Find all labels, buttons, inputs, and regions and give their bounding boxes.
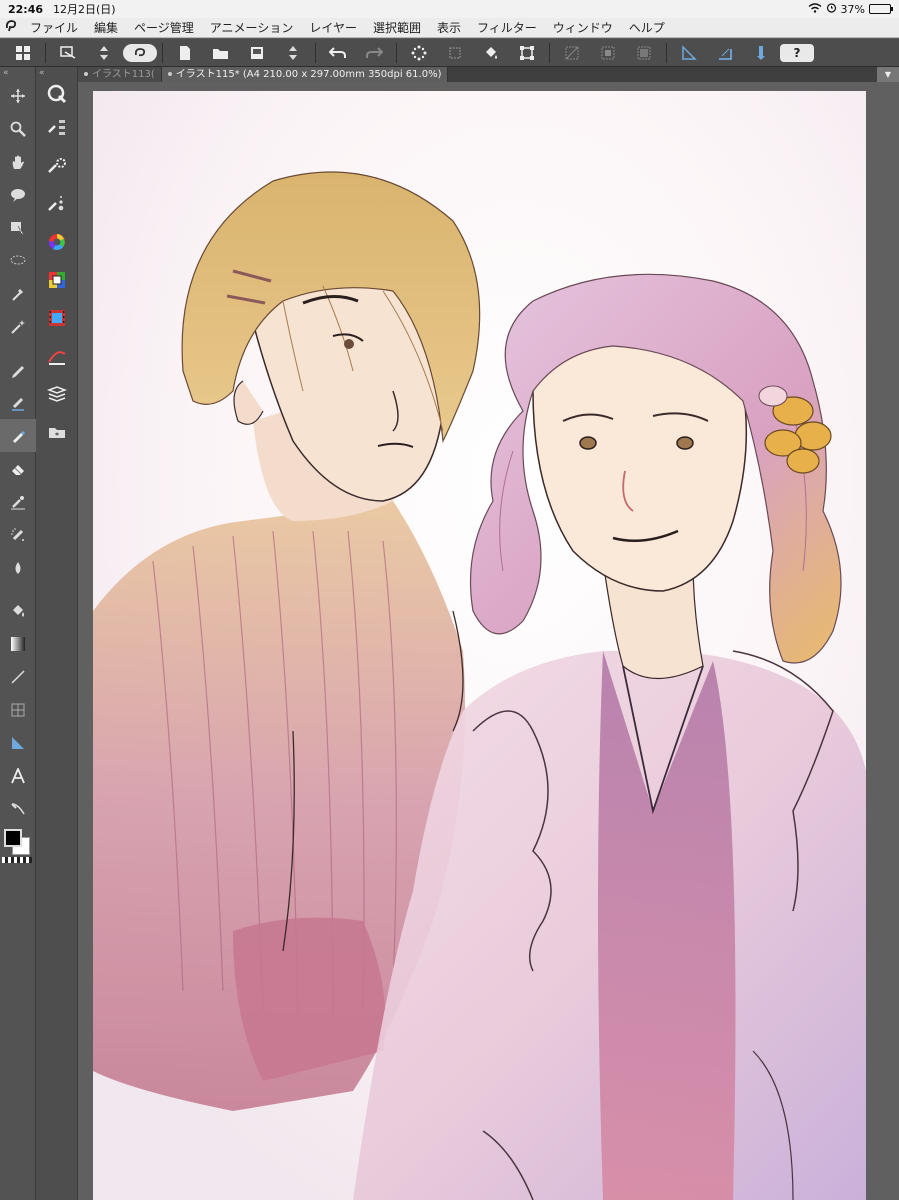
wifi-icon xyxy=(808,2,822,16)
help-button[interactable]: ? xyxy=(780,43,814,62)
brush-tool-icon[interactable] xyxy=(0,419,36,452)
redo-icon[interactable] xyxy=(357,42,391,64)
fill-bucket-tool-icon[interactable] xyxy=(0,594,36,627)
transparent-color-swatch[interactable] xyxy=(2,857,32,863)
new-file-icon[interactable] xyxy=(168,42,202,64)
brush-size-icon[interactable] xyxy=(36,185,78,223)
move-tool-icon[interactable] xyxy=(0,79,36,112)
battery-icon xyxy=(869,4,893,14)
canvas-area xyxy=(78,82,899,1200)
eraser-tool-icon[interactable] xyxy=(0,452,36,485)
quick-access-icon[interactable] xyxy=(36,79,78,109)
tool-panel: « xyxy=(0,67,36,1200)
tab-menu-chevron-down-icon[interactable]: ▼ xyxy=(877,67,899,82)
document-tab-bar: イラスト113( イラスト115* (A4 210.00 x 297.00mm … xyxy=(78,67,899,82)
object-tool-icon[interactable] xyxy=(0,211,36,244)
menu-bar: ファイル 編集 ページ管理 アニメーション レイヤー 選択範囲 表示 フィルター… xyxy=(0,18,899,38)
ios-status-bar: 22:46 12月2日(日) 37% xyxy=(0,0,899,18)
clear-outside-selection-icon[interactable] xyxy=(438,42,472,64)
divider xyxy=(162,42,163,63)
tool-property-icon[interactable] xyxy=(36,147,78,185)
pen-tool-icon[interactable] xyxy=(0,353,36,386)
unsaved-dot-icon xyxy=(84,72,88,76)
deselect-icon[interactable] xyxy=(555,42,589,64)
decoration-tool-icon[interactable] xyxy=(0,485,36,518)
save-icon[interactable] xyxy=(240,42,274,64)
clear-layer-icon[interactable] xyxy=(402,42,436,64)
divider xyxy=(45,42,46,63)
document-tab-illust115[interactable]: イラスト115* (A4 210.00 x 297.00mm 350dpi 61… xyxy=(161,67,449,82)
simple-mode-icon[interactable] xyxy=(51,42,85,64)
divider xyxy=(666,42,667,63)
undo-icon[interactable] xyxy=(321,42,355,64)
workspace-grid-icon[interactable] xyxy=(6,42,40,64)
sub-panel-column: « xyxy=(36,67,78,1200)
menu-page-management[interactable]: ページ管理 xyxy=(126,19,202,36)
menu-help[interactable]: ヘルプ xyxy=(621,19,673,36)
layer-property-icon[interactable] xyxy=(36,337,78,375)
menu-file[interactable]: ファイル xyxy=(22,19,86,36)
menu-view[interactable]: 表示 xyxy=(429,19,469,36)
show-selection-area-icon[interactable] xyxy=(627,42,661,64)
open-folder-icon[interactable] xyxy=(204,42,238,64)
battery-percent: 37% xyxy=(840,2,865,16)
status-time: 22:46 xyxy=(8,2,44,16)
clip-studio-logo-icon[interactable] xyxy=(0,19,22,37)
tab-label: イラスト115* (A4 210.00 x 297.00mm 350dpi 61… xyxy=(175,69,442,80)
layer-palette-icon[interactable] xyxy=(36,375,78,413)
gradient-tool-icon[interactable] xyxy=(0,627,36,660)
panel-collapse-icon[interactable]: « xyxy=(0,67,35,79)
hand-tool-icon[interactable] xyxy=(0,145,36,178)
figure-line-tool-icon[interactable] xyxy=(0,660,36,693)
color-icon-group xyxy=(0,825,36,865)
blend-tool-icon[interactable] xyxy=(0,551,36,584)
alarm-icon xyxy=(826,2,837,16)
snap-to-special-ruler-icon[interactable] xyxy=(708,42,742,64)
status-right-group: 37% xyxy=(808,2,893,16)
divider xyxy=(549,42,550,63)
document-tab-illust113[interactable]: イラスト113( xyxy=(78,67,162,82)
status-date: 12月2日(日) xyxy=(53,3,116,16)
panel-collapse-icon[interactable]: « xyxy=(36,67,77,79)
sub-tool-palette-icon[interactable] xyxy=(36,109,78,147)
menu-filter[interactable]: フィルター xyxy=(469,19,545,36)
updown-arrow-icon[interactable] xyxy=(87,42,121,64)
menu-window[interactable]: ウィンドウ xyxy=(545,19,621,36)
menu-layer[interactable]: レイヤー xyxy=(301,19,365,36)
color-wheel-icon[interactable] xyxy=(36,223,78,261)
lasso-selection-icon[interactable] xyxy=(0,244,36,277)
divider xyxy=(396,42,397,63)
ruler-tool-icon[interactable] xyxy=(0,726,36,759)
animation-timeline-icon[interactable] xyxy=(36,299,78,337)
command-bar: ? xyxy=(0,39,899,67)
menu-selection[interactable]: 選択範囲 xyxy=(365,19,429,36)
clip-studio-swirl-button[interactable] xyxy=(123,43,157,62)
material-palette-icon[interactable] xyxy=(36,413,78,451)
frame-border-tool-icon[interactable] xyxy=(0,693,36,726)
artwork-illustration xyxy=(93,91,866,1200)
snap-to-grid-icon[interactable] xyxy=(744,42,778,64)
unsaved-dot-icon xyxy=(167,72,172,76)
main-color-swatch[interactable] xyxy=(4,829,22,847)
drawing-canvas[interactable] xyxy=(93,91,866,1200)
pencil-tool-icon[interactable] xyxy=(0,386,36,419)
tab-label: イラスト113( xyxy=(92,69,155,80)
text-tool-icon[interactable] xyxy=(0,759,36,792)
transform-icon[interactable] xyxy=(510,42,544,64)
correct-line-tool-icon[interactable] xyxy=(0,792,36,825)
auto-select-wand-icon[interactable] xyxy=(0,310,36,343)
fill-icon[interactable] xyxy=(474,42,508,64)
menu-animation[interactable]: アニメーション xyxy=(202,19,302,36)
zoom-tool-icon[interactable] xyxy=(0,112,36,145)
speech-balloon-tool-icon[interactable] xyxy=(0,178,36,211)
airbrush-tool-icon[interactable] xyxy=(0,518,36,551)
invert-selection-icon[interactable] xyxy=(591,42,625,64)
menu-edit[interactable]: 編集 xyxy=(86,19,126,36)
updown-arrow-icon[interactable] xyxy=(276,42,310,64)
color-set-icon[interactable] xyxy=(36,261,78,299)
snap-to-ruler-icon[interactable] xyxy=(672,42,706,64)
help-label: ? xyxy=(793,45,801,60)
eyedropper-tool-icon[interactable] xyxy=(0,277,36,310)
divider xyxy=(315,42,316,63)
